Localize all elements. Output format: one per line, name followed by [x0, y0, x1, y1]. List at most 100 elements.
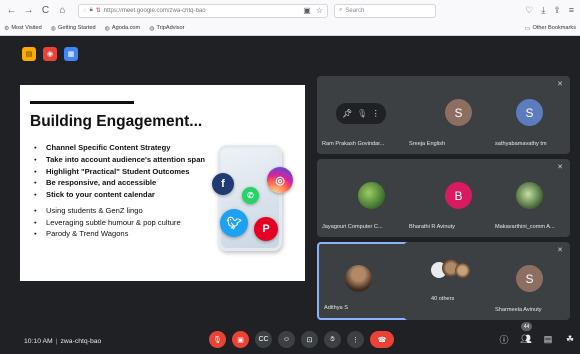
phone-hangup-icon: ☎ [377, 336, 387, 344]
meeting-time: 10:10 AM [24, 338, 53, 345]
other-bookmarks[interactable]: ▭ Other Bookmarks [525, 25, 576, 32]
bullet-item: Stick to your content calendar [34, 190, 212, 200]
people-icon: 👥︎ [520, 334, 532, 344]
bullet-item: Take into account audience's attention s… [34, 155, 212, 165]
activities-button[interactable]: ☘ [563, 331, 577, 348]
bullet-item: Using students & GenZ lingo [34, 206, 212, 216]
slide-bullets: Channel Specific Content Strategy Take i… [34, 143, 212, 241]
notes-icon[interactable]: ▤ [22, 47, 36, 61]
people-button[interactable]: 44 👥︎ [519, 322, 533, 348]
twitter-icon: 🐦︎ [220, 209, 248, 237]
call-controls: 🎙︎ ▣ CC ☺ ⊡ ✋︎ ⋮ ☎ [209, 331, 394, 348]
captions-button[interactable]: CC [255, 331, 272, 348]
meet-app: ▤ ◉ ▦ Building Engagement... Channel Spe… [0, 37, 580, 354]
participant-name: Makavarthini_comm A... [495, 224, 555, 230]
more-options-icon[interactable]: ⋮ [372, 109, 380, 118]
participant-name: Sharmeela Avinuty [495, 307, 542, 313]
search-placeholder: Search [345, 7, 365, 14]
bullet-item: Parody & Trend Wagons [34, 229, 212, 239]
chat-icon: ▤ [543, 334, 553, 344]
tile-hover-controls: 📌︎ 🎙︎ ⋮ [336, 103, 386, 124]
bookmark-tripadvisor[interactable]: ◍ TripAdvisor [149, 25, 184, 32]
mic-off-icon: ✕ [557, 81, 563, 88]
mic-off-icon: 🎙︎ [213, 336, 222, 344]
mute-icon[interactable]: 🎙︎ [357, 109, 367, 118]
avatar: S [516, 99, 543, 126]
present-icon: ⊡ [306, 336, 313, 344]
gear-icon: ⚙ [4, 25, 10, 32]
bookmark-getting-started[interactable]: ◍ Getting Started [51, 25, 96, 32]
reload-icon[interactable]: C [40, 5, 51, 16]
participant-tile[interactable]: ✕ S sathyabamavathy tm [490, 76, 570, 154]
back-icon[interactable]: ← [6, 5, 17, 16]
hand-icon: ✋︎ [330, 335, 335, 343]
facebook-icon: f [212, 173, 234, 195]
more-options-icon: ⋮ [352, 336, 359, 344]
participant-tile[interactable]: ✕ Makavarthini_comm A... [490, 159, 570, 237]
avatar: B [445, 182, 472, 209]
others-count: 40 others [431, 296, 455, 302]
meeting-details-button[interactable]: ⓘ [497, 331, 511, 348]
activities-icon: ☘ [565, 334, 575, 344]
side-controls: ⓘ 44 👥︎ ▤ ☘ [497, 322, 577, 348]
bookmark-most-visited[interactable]: ⚙ Most Visited [4, 25, 42, 32]
globe-icon: ◍ [149, 25, 155, 32]
globe-icon: ◍ [50, 25, 57, 32]
camera-off-button[interactable]: ▣ [232, 331, 249, 348]
avatar [455, 263, 470, 278]
home-icon[interactable]: ⌂ [57, 5, 68, 16]
presentation-slide: Building Engagement... Channel Specific … [20, 85, 305, 281]
search-icon: ⌕ [339, 7, 343, 13]
mic-off-icon: ✕ [557, 247, 563, 254]
bullet-item: Highlight "Practical" Student Outcomes [34, 167, 212, 177]
social-phone-illustration: f ◎ ✆ 🐦︎ P [212, 137, 294, 255]
participant-name: sathyabamavathy tm [495, 141, 547, 147]
camera-off-icon: ▣ [237, 336, 244, 344]
lock-icon: 🔒︎ [89, 7, 93, 13]
doc-icon[interactable]: ▦ [64, 47, 78, 61]
share-icon[interactable]: ⇪ [553, 5, 561, 16]
search-input[interactable]: ⌕ Search [334, 3, 436, 18]
folder-icon: ▭ [524, 25, 531, 32]
meeting-code: zwa-chtq-bao [60, 338, 102, 345]
avatar [358, 182, 385, 209]
pocket-icon[interactable]: ♡ [525, 5, 533, 16]
participant-name: Bharathi R Avinuty [409, 224, 455, 230]
participant-name: Ram Prakash Govindar... [322, 141, 385, 147]
title-rule [30, 101, 134, 104]
present-button[interactable]: ⊡ [301, 331, 318, 348]
avatar [516, 182, 543, 209]
instagram-icon: ◎ [267, 167, 293, 193]
permissions-icon: ⇅ [95, 8, 101, 14]
bottom-bar: 10:10 AM | zwa-chtq-bao 🎙︎ ▣ CC ☺ ⊡ ✋︎ ⋮ ☎… [0, 322, 580, 354]
mic-off-button[interactable]: 🎙︎ [209, 331, 226, 348]
download-icon[interactable]: ⤓ [541, 5, 545, 16]
participant-tile[interactable]: ✕ S Sharmeela Avinuty [490, 242, 570, 320]
globe-icon: ◍ [104, 25, 110, 32]
record-icon[interactable]: ◉ [43, 47, 57, 61]
bookmarks-bar: ⚙ Most Visited ◍ Getting Started ◍ Agoda.co… [0, 21, 580, 36]
whatsapp-icon: ✆ [242, 187, 259, 204]
bookmark-star-icon[interactable]: ☆ [316, 6, 323, 15]
captions-icon: CC [258, 336, 269, 343]
pin-icon[interactable]: 📌︎ [342, 109, 352, 118]
chat-button[interactable]: ▤ [541, 331, 555, 348]
mic-off-icon: ✕ [557, 164, 563, 171]
menu-icon[interactable]: ≡ [569, 5, 574, 16]
bullet-item: Leveraging subtle humour & pop culture [34, 218, 212, 228]
raise-hand-button[interactable]: ✋︎ [324, 331, 341, 348]
bookmark-agoda[interactable]: ◍ Agoda.com [105, 25, 141, 32]
url-bar[interactable]: ◌ 🔒︎ ⇅ https://meet.google.com/zwa-chtq-… [78, 3, 328, 18]
more-options-button[interactable]: ⋮ [347, 331, 364, 348]
meeting-info: 10:10 AM | zwa-chtq-bao [24, 338, 101, 345]
shield-icon: ◌ [83, 7, 87, 14]
reader-icon[interactable]: ▣ [303, 6, 311, 15]
forward-icon[interactable]: → [23, 5, 34, 16]
participant-name: Sreeja English [409, 141, 446, 147]
participant-count-badge: 44 [521, 322, 532, 331]
browser-toolbar: ← → C ⌂ ◌ 🔒︎ ⇅ https://meet.google.com/z… [0, 0, 580, 21]
end-call-button[interactable]: ☎ [370, 331, 394, 348]
participant-name: Adithya S [324, 305, 348, 311]
reactions-button[interactable]: ☺ [278, 331, 295, 348]
avatar: S [516, 265, 543, 292]
